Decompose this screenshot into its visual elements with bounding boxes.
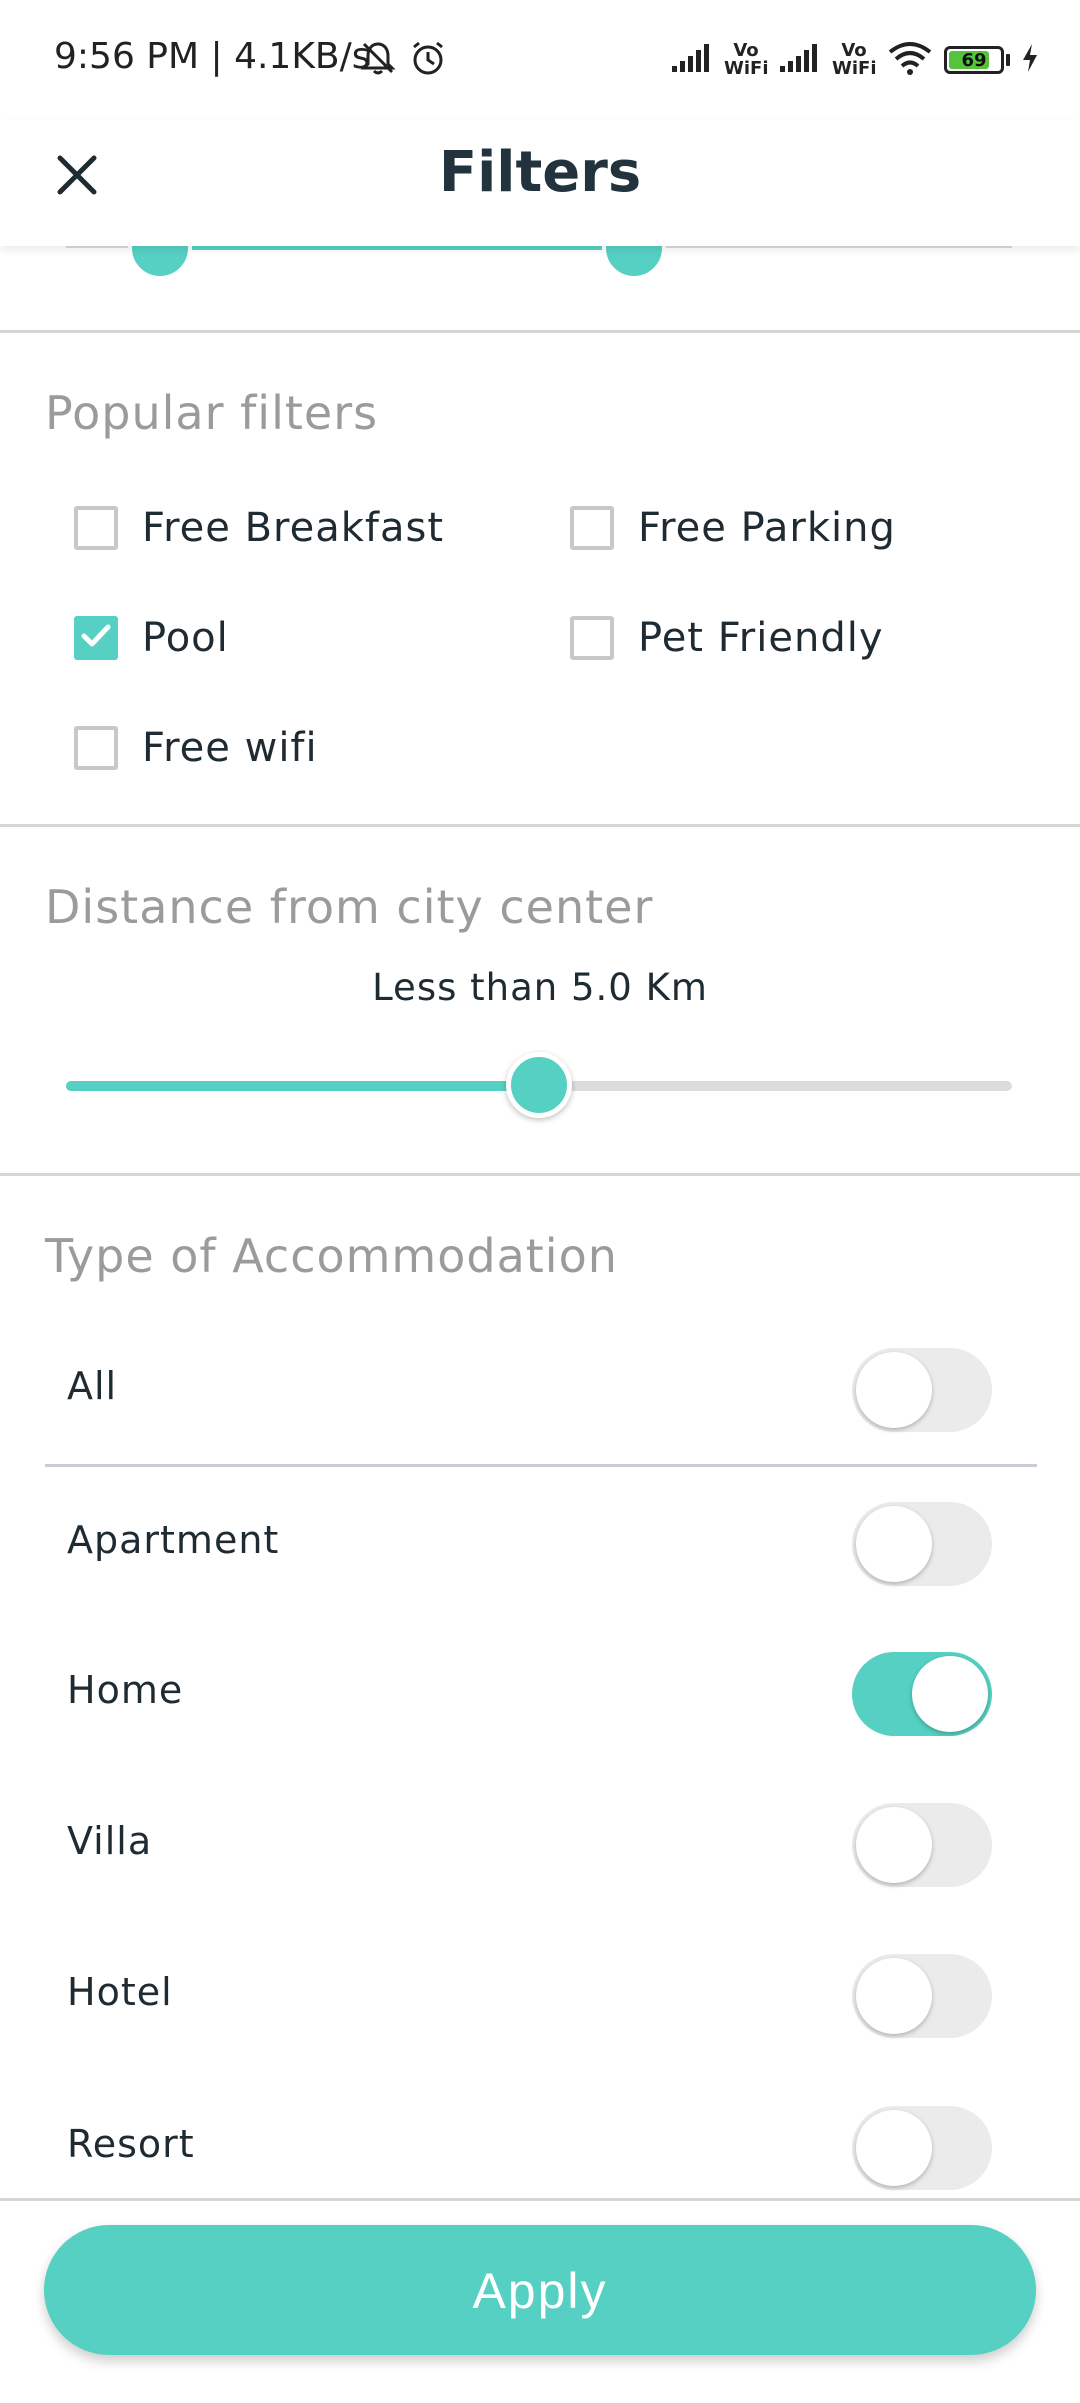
- checkbox-free-breakfast[interactable]: Free Breakfast: [74, 498, 444, 558]
- toggle-row-hotel: Hotel: [45, 1946, 1037, 2046]
- alarm-icon: [408, 38, 448, 82]
- toggle-row-villa: Villa: [45, 1795, 1037, 1895]
- toggle-knob: [856, 1958, 932, 2034]
- close-button[interactable]: [42, 142, 112, 212]
- status-icons-right: Vo WiFi Vo WiFi 69: [670, 36, 1040, 84]
- toggle-switch[interactable]: [852, 1652, 992, 1736]
- toggle-knob: [856, 1352, 932, 1428]
- divider: [0, 330, 1080, 333]
- toggle-knob: [856, 2110, 932, 2186]
- checkbox-label: Pool: [142, 615, 229, 661]
- vowifi-label-1: Vo WiFi: [724, 40, 769, 79]
- toggle-label: Villa: [67, 1819, 153, 1863]
- battery-tip: [1006, 54, 1010, 66]
- charging-icon: [1020, 42, 1040, 78]
- signal-icon-2: [778, 42, 822, 78]
- toggle-label: Resort: [67, 2122, 195, 2166]
- toggle-label: All: [67, 1364, 118, 1408]
- page-title: Filters: [438, 140, 642, 205]
- slider-fill: [66, 1081, 539, 1091]
- toggle-switch[interactable]: [852, 1954, 992, 2038]
- checkbox-label: Free wifi: [142, 725, 318, 771]
- checkbox-label: Free Parking: [638, 505, 896, 551]
- accommodation-title: Type of Accommodation: [45, 1229, 618, 1283]
- toggle-switch[interactable]: [852, 1502, 992, 1586]
- battery-level: 69: [961, 49, 987, 71]
- status-bar: 9:56 PM | 4.1KB/s Vo WiFi Vo WiFi 69: [0, 0, 1080, 120]
- status-time-speed: 9:56 PM | 4.1KB/s: [54, 36, 371, 77]
- checkbox-box[interactable]: [570, 616, 614, 660]
- checkbox-label: Pet Friendly: [638, 615, 884, 661]
- toggle-switch[interactable]: [852, 2106, 992, 2190]
- divider: [0, 1173, 1080, 1176]
- checkbox-free-wifi[interactable]: Free wifi: [74, 718, 318, 778]
- toggle-knob: [912, 1656, 988, 1732]
- toggle-switch[interactable]: [852, 1348, 992, 1432]
- checkmark-icon: [79, 619, 113, 657]
- checkbox-pool[interactable]: Pool: [74, 608, 229, 668]
- apply-button[interactable]: Apply: [44, 2225, 1036, 2355]
- toggle-label: Apartment: [67, 1518, 280, 1562]
- divider: [45, 1464, 1037, 1467]
- popular-filters-title: Popular filters: [45, 386, 379, 440]
- toggle-label: Hotel: [67, 1970, 173, 2014]
- distance-title: Distance from city center: [45, 880, 654, 934]
- checkbox-box[interactable]: [74, 616, 118, 660]
- toggle-switch[interactable]: [852, 1803, 992, 1887]
- filters-header: Filters: [0, 120, 1080, 246]
- checkbox-box[interactable]: [74, 506, 118, 550]
- toggle-row-home: Home: [45, 1644, 1037, 1744]
- slider-knob[interactable]: [506, 1052, 572, 1118]
- vowifi-label-2: Vo WiFi: [832, 40, 877, 79]
- toggle-knob: [856, 1807, 932, 1883]
- divider: [0, 824, 1080, 827]
- close-icon: [54, 152, 100, 202]
- checkbox-pet-friendly[interactable]: Pet Friendly: [570, 608, 884, 668]
- toggle-knob: [856, 1506, 932, 1582]
- checkbox-box[interactable]: [570, 506, 614, 550]
- status-icons-left: [358, 38, 448, 82]
- mute-bell-icon: [358, 38, 398, 82]
- distance-slider[interactable]: [66, 1050, 1012, 1120]
- wifi-icon: [886, 40, 934, 80]
- checkbox-label: Free Breakfast: [142, 505, 445, 551]
- toggle-row-all: All: [45, 1340, 1037, 1440]
- signal-icon: [670, 42, 714, 78]
- toggle-row-apartment: Apartment: [45, 1494, 1037, 1594]
- battery-icon: 69: [944, 46, 1004, 74]
- distance-value: Less than 5.0 Km: [372, 966, 708, 1009]
- toggle-label: Home: [67, 1668, 184, 1712]
- bottom-bar: Apply: [0, 2198, 1080, 2403]
- checkbox-box[interactable]: [74, 726, 118, 770]
- checkbox-free-parking[interactable]: Free Parking: [570, 498, 896, 558]
- toggle-row-resort: Resort: [45, 2098, 1037, 2198]
